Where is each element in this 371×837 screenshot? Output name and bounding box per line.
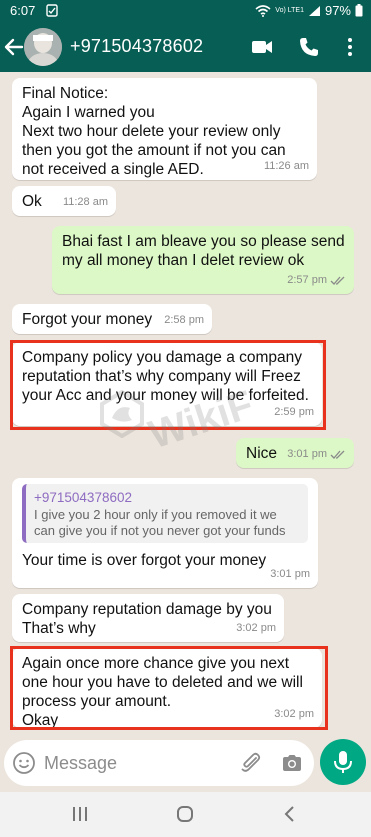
system-nav-bar <box>0 792 371 837</box>
quoted-sender: +971504378602 <box>34 490 132 505</box>
more-vertical-icon[interactable] <box>338 35 362 59</box>
paperclip-icon[interactable] <box>239 751 263 775</box>
video-camera-icon[interactable] <box>250 35 274 59</box>
arrow-left-icon[interactable] <box>4 36 24 58</box>
highlight-box <box>10 340 326 430</box>
wifi-icon <box>255 4 271 17</box>
message-input-box[interactable]: Message <box>4 740 314 786</box>
network-indicator: Vo) LTE1 <box>275 7 304 14</box>
recent-apps-icon[interactable] <box>70 804 90 824</box>
message-text: Your time is over forgot your money <box>22 552 267 569</box>
message-meta: 11:26 am <box>264 157 309 176</box>
double-check-icon <box>330 276 345 285</box>
gallery-notification-icon <box>46 4 58 17</box>
message-outgoing[interactable]: Bhai fast I am bleave you so please send… <box>52 226 354 294</box>
message-time: 11:28 am <box>62 196 108 208</box>
message-incoming[interactable]: Ok 11:28 am <box>12 186 116 216</box>
status-bar: 6:07 Vo) LTE1 97% <box>0 0 371 22</box>
message-time: 11:26 am <box>263 160 309 172</box>
microphone-icon <box>334 751 352 773</box>
message-input[interactable]: Message <box>44 753 117 774</box>
message-meta: 11:28 am <box>63 193 108 212</box>
message-time: 2:57 pm <box>287 274 327 286</box>
battery-percent: 97% <box>324 3 351 18</box>
message-incoming[interactable]: Forgot your money 2:58 pm <box>12 304 212 334</box>
message-time: 3:01 pm <box>270 568 310 580</box>
mic-button[interactable] <box>320 739 366 785</box>
message-meta: 3:01 pm <box>270 565 310 584</box>
status-time: 6:07 <box>10 3 36 18</box>
phone-icon[interactable] <box>297 35 321 59</box>
message-incoming[interactable]: Final Notice: Again I warned you Next tw… <box>12 78 317 180</box>
message-text: Bhai fast I am bleave you so please send… <box>62 233 345 269</box>
message-meta: 2:57 pm <box>287 271 346 290</box>
composer: Message <box>0 730 371 792</box>
quoted-message[interactable]: +971504378602 I give you 2 hour only if … <box>22 484 308 543</box>
message-meta: 3:01 pm <box>287 445 346 464</box>
chat-header: +971504378602 <box>0 22 371 72</box>
quoted-text: I give you 2 hour only if you removed it… <box>34 507 286 538</box>
message-meta: 3:02 pm <box>236 619 276 638</box>
back-nav-icon[interactable] <box>280 804 300 824</box>
chat-area[interactable]: Final Notice: Again I warned you Next tw… <box>0 72 371 730</box>
message-time: 3:01 pm <box>287 448 327 460</box>
battery-icon <box>355 4 363 17</box>
camera-icon[interactable] <box>280 751 304 775</box>
highlight-box <box>10 646 328 730</box>
contact-name[interactable]: +971504378602 <box>70 36 203 57</box>
double-check-icon <box>330 450 345 459</box>
message-time: 2:58 pm <box>164 314 204 326</box>
message-time: 3:02 pm <box>236 622 276 634</box>
home-icon[interactable] <box>175 804 195 824</box>
contact-avatar[interactable] <box>24 28 62 66</box>
signal-icon <box>308 5 320 16</box>
status-right-group: Vo) LTE1 97% <box>255 3 363 18</box>
message-incoming[interactable]: Company reputation damage by you That’s … <box>12 594 284 642</box>
message-incoming[interactable]: +971504378602 I give you 2 hour only if … <box>12 478 318 588</box>
smiley-icon[interactable] <box>12 751 36 775</box>
message-outgoing[interactable]: Nice 3:01 pm <box>236 438 354 468</box>
message-meta: 2:58 pm <box>164 311 204 330</box>
